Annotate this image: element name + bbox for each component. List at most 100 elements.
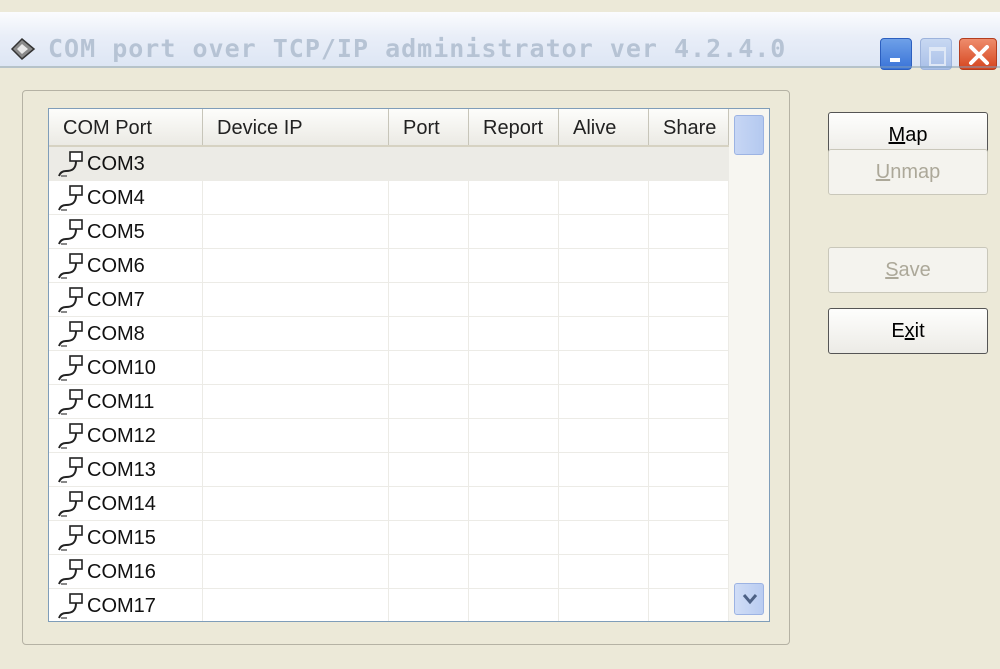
serial-port-icon	[58, 389, 83, 415]
cell-empty	[649, 555, 729, 589]
cell-com-port: COM16	[49, 555, 203, 589]
cell-empty	[559, 181, 649, 215]
cell-empty	[559, 521, 649, 555]
list-item[interactable]: COM13	[49, 453, 729, 487]
cell-com-port: COM11	[49, 385, 203, 419]
cell-empty	[469, 487, 559, 521]
cell-empty	[649, 351, 729, 385]
serial-port-icon	[58, 525, 83, 551]
title-divider	[0, 66, 1000, 68]
cell-empty	[649, 283, 729, 317]
com-port-label: COM4	[87, 187, 145, 209]
cell-com-port: COM13	[49, 453, 203, 487]
cell-empty	[559, 215, 649, 249]
com-port-label: COM6	[87, 255, 145, 277]
com-port-label: COM11	[87, 391, 155, 413]
unmap-button[interactable]: Unmap	[828, 149, 988, 195]
cell-empty	[389, 419, 469, 453]
cell-empty	[469, 419, 559, 453]
com-port-label: COM14	[87, 493, 156, 515]
column-header-port[interactable]: Port	[389, 109, 469, 145]
list-item[interactable]: COM8	[49, 317, 729, 351]
cell-empty	[649, 249, 729, 283]
serial-port-icon	[58, 593, 83, 619]
cell-empty	[559, 283, 649, 317]
com-port-list[interactable]: COM Port Device IP Port Report Alive Sha…	[48, 108, 770, 622]
cell-empty	[203, 419, 389, 453]
list-item[interactable]: COM4	[49, 181, 729, 215]
app-icon	[10, 37, 36, 61]
scroll-down-icon[interactable]	[734, 583, 764, 615]
com-port-label: COM12	[87, 425, 156, 447]
list-item[interactable]: COM14	[49, 487, 729, 521]
cell-empty	[389, 215, 469, 249]
serial-port-icon	[58, 423, 83, 449]
list-body: COM3 COM4 COM5 COM6 COM7 COM8 COM10 COM11 COM12 C…	[49, 147, 729, 621]
cell-com-port: COM15	[49, 521, 203, 555]
cell-empty	[469, 249, 559, 283]
cell-empty	[389, 487, 469, 521]
cell-empty	[649, 181, 729, 215]
cell-empty	[469, 521, 559, 555]
list-item[interactable]: COM16	[49, 555, 729, 589]
cell-empty	[389, 181, 469, 215]
serial-port-icon	[58, 287, 83, 313]
list-item[interactable]: COM5	[49, 215, 729, 249]
cell-com-port: COM3	[49, 147, 203, 181]
serial-port-icon	[58, 185, 83, 211]
com-port-label: COM10	[87, 357, 156, 379]
cell-empty	[649, 147, 729, 181]
list-item[interactable]: COM15	[49, 521, 729, 555]
vertical-scrollbar[interactable]	[729, 109, 769, 621]
cell-com-port: COM12	[49, 419, 203, 453]
com-port-label: COM15	[87, 527, 156, 549]
cell-empty	[389, 453, 469, 487]
list-item[interactable]: COM7	[49, 283, 729, 317]
save-button[interactable]: Save	[828, 247, 988, 293]
cell-empty	[469, 385, 559, 419]
cell-empty	[389, 283, 469, 317]
column-header-alive[interactable]: Alive	[559, 109, 649, 145]
serial-port-icon	[58, 219, 83, 245]
com-port-label: COM7	[87, 289, 145, 311]
cell-empty	[203, 181, 389, 215]
cell-com-port: COM14	[49, 487, 203, 521]
scrollbar-thumb[interactable]	[734, 115, 764, 155]
cell-empty	[203, 249, 389, 283]
column-header-device-ip[interactable]: Device IP	[203, 109, 389, 145]
cell-com-port: COM8	[49, 317, 203, 351]
cell-empty	[203, 487, 389, 521]
title-bar[interactable]: COM port over TCP/IP administrator ver 4…	[0, 12, 1000, 70]
cell-empty	[389, 385, 469, 419]
list-item[interactable]: COM6	[49, 249, 729, 283]
cell-empty	[203, 555, 389, 589]
cell-com-port: COM17	[49, 589, 203, 621]
cell-empty	[649, 521, 729, 555]
cell-empty	[559, 317, 649, 351]
column-header-share[interactable]: Share	[649, 109, 729, 145]
serial-port-icon	[58, 559, 83, 585]
list-item[interactable]: COM3	[49, 147, 729, 181]
cell-empty	[469, 181, 559, 215]
list-item[interactable]: COM12	[49, 419, 729, 453]
cell-com-port: COM10	[49, 351, 203, 385]
column-header-com-port[interactable]: COM Port	[49, 109, 203, 145]
cell-empty	[389, 555, 469, 589]
exit-button[interactable]: Exit	[828, 308, 988, 354]
list-item[interactable]: COM10	[49, 351, 729, 385]
cell-empty	[649, 317, 729, 351]
com-port-label: COM8	[87, 323, 145, 345]
list-item[interactable]: COM11	[49, 385, 729, 419]
column-header-report[interactable]: Report	[469, 109, 559, 145]
cell-empty	[203, 385, 389, 419]
app-window: COM port over TCP/IP administrator ver 4…	[0, 0, 1000, 669]
cell-empty	[559, 555, 649, 589]
cell-empty	[559, 589, 649, 621]
cell-empty	[389, 317, 469, 351]
cell-empty	[559, 351, 649, 385]
serial-port-icon	[58, 151, 83, 177]
cell-empty	[559, 249, 649, 283]
list-item[interactable]: COM17	[49, 589, 729, 621]
cell-empty	[559, 453, 649, 487]
cell-empty	[649, 453, 729, 487]
